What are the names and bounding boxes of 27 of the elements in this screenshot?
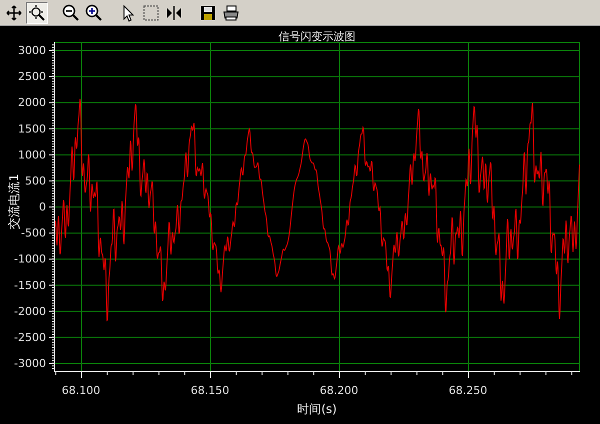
tick-label: 3000	[18, 44, 46, 57]
tick-label: 0	[39, 200, 46, 214]
tick-label: 68.150	[190, 384, 230, 397]
tick-label: 68.250	[448, 384, 488, 397]
tick-label: 2500	[18, 70, 46, 84]
dashed-rectangle-icon	[141, 2, 161, 22]
axis-label: 交流电流1	[7, 174, 21, 230]
tick-label: 1500	[18, 122, 46, 136]
tool-button[interactable]	[26, 2, 48, 24]
tick-label: -3000	[14, 357, 46, 370]
tick-label: -500	[21, 226, 46, 240]
tick-label: 68.200	[320, 384, 358, 397]
printer-icon	[221, 2, 241, 22]
tick-label: 68.100	[62, 384, 100, 397]
zoom-out-icon	[61, 2, 81, 22]
tick-label: 2000	[18, 96, 46, 110]
chart-title: 信号闪变示波图	[278, 30, 356, 43]
tick-label: -1500	[14, 278, 46, 292]
tick-label: 500	[25, 174, 46, 188]
tick-label: -2000	[14, 304, 46, 318]
move-icon	[4, 2, 24, 22]
tick-label: -1000	[14, 252, 46, 266]
tick-label: 1000	[18, 148, 46, 162]
axis-label: 时间(s)	[297, 402, 337, 416]
tick-label: -2500	[14, 330, 46, 344]
zoom-in-icon	[84, 2, 104, 22]
zoom-icon	[27, 2, 47, 22]
